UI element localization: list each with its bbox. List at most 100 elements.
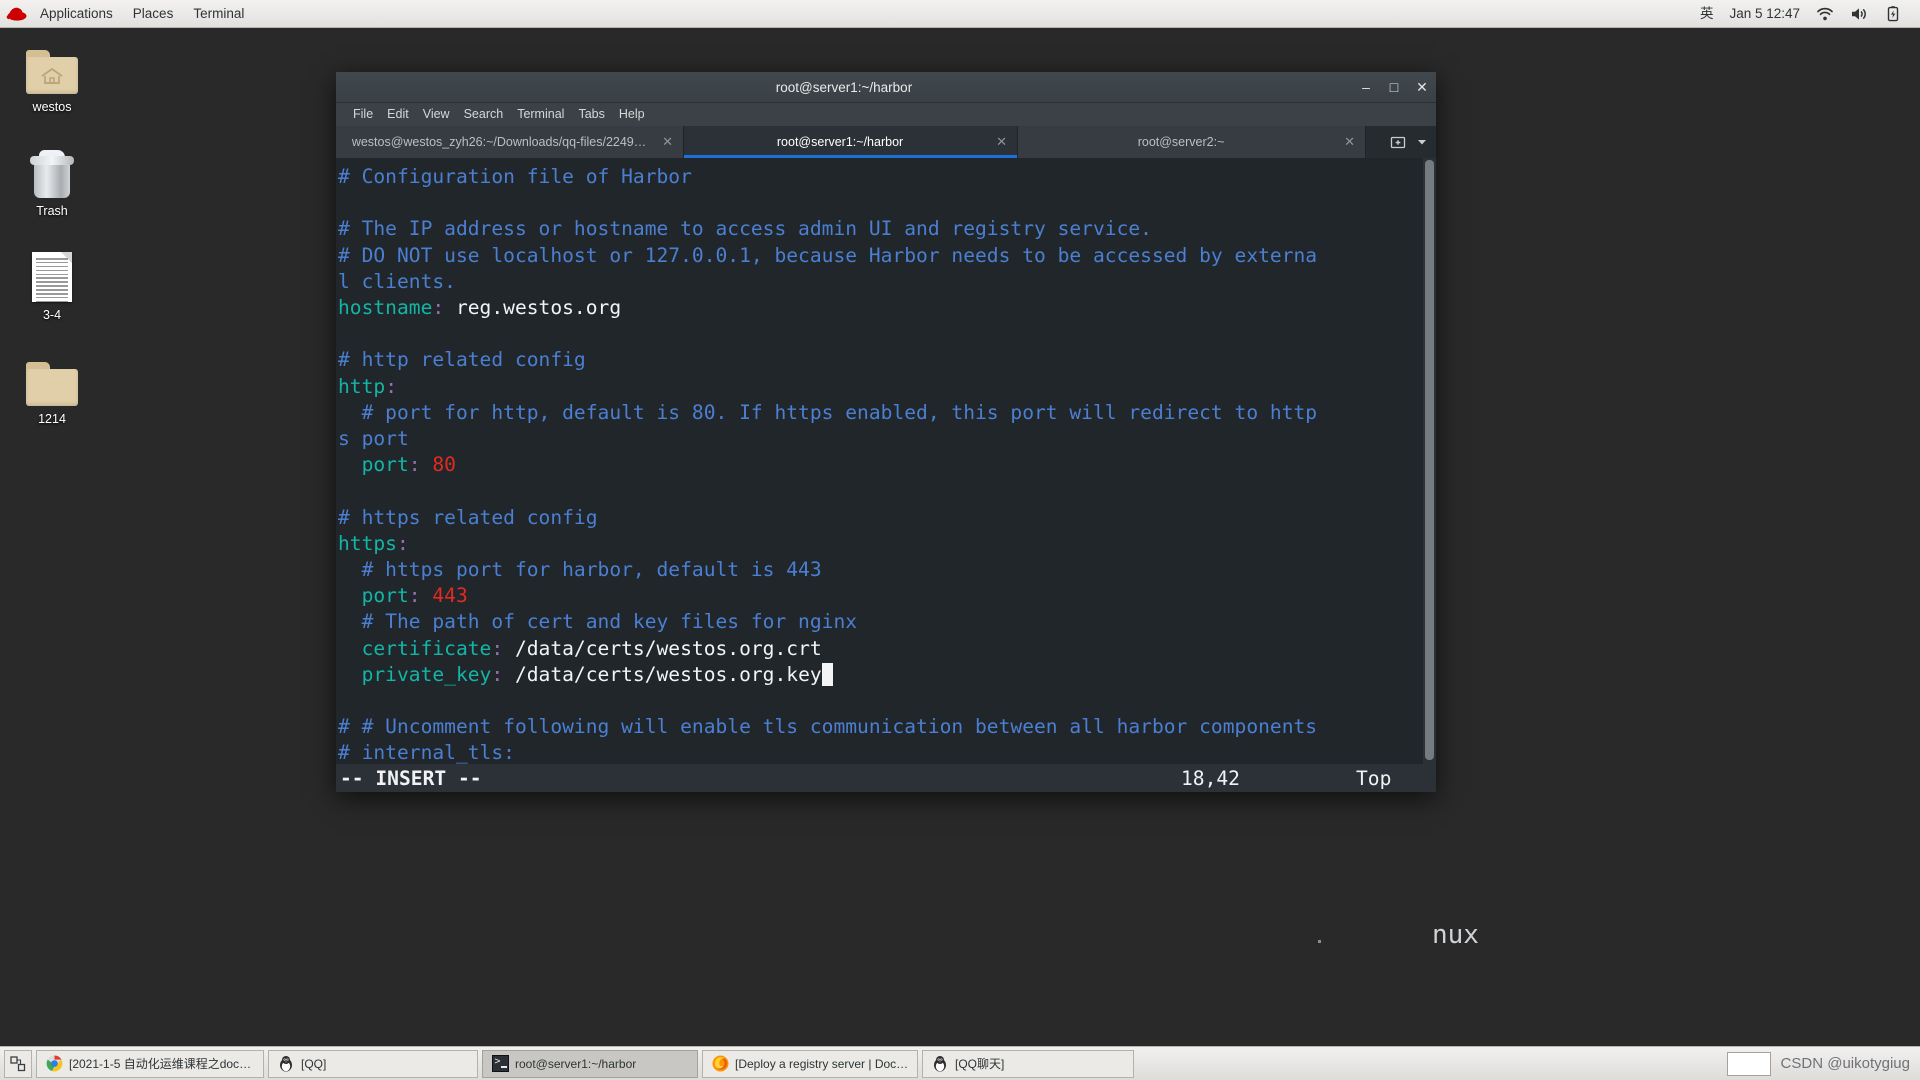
vim-line: certificate: /data/certs/westos.org.crt: [338, 636, 1422, 662]
taskbar-button-qq[interactable]: [QQ]: [268, 1049, 478, 1078]
vim-line: [338, 190, 1422, 216]
vim-token: /data/certs/westos.org.crt: [503, 636, 822, 660]
tab-close-icon[interactable]: ✕: [662, 134, 673, 150]
workspace-switcher[interactable]: [1726, 1051, 1771, 1076]
vim-token: s port: [338, 427, 409, 451]
vim-token: :: [408, 453, 421, 477]
terminal-tab-1[interactable]: westos@westos_zyh26:~/Downloads/qq-files…: [336, 126, 684, 158]
close-button[interactable]: ✕: [1408, 72, 1436, 103]
taskbar-right: CSDN @uikotygiug: [1726, 1051, 1916, 1076]
vim-token: :: [396, 531, 409, 555]
vim-line: port: 443: [338, 583, 1422, 609]
taskbar-button-label: [2021-1-5 自动化运维课程之docker...: [69, 1057, 255, 1071]
taskbar-button-label: [QQ]: [301, 1056, 327, 1071]
vim-token: 443: [432, 584, 468, 608]
vim-mode-indicator: -- INSERT --: [340, 766, 482, 790]
terminal-tab-2[interactable]: root@server1:~/harbor ✕: [684, 126, 1018, 158]
terminal-scrollbar[interactable]: [1423, 158, 1436, 792]
menu-help[interactable]: Help: [612, 103, 652, 126]
vim-token: hostname: [338, 296, 433, 320]
vim-line: # # Uncomment following will enable tls …: [338, 714, 1422, 740]
taskbar-button-terminal[interactable]: root@server1:~/harbor: [482, 1049, 698, 1078]
trash-icon: [0, 140, 104, 198]
menu-file[interactable]: File: [346, 103, 380, 126]
desktop-icon-westos[interactable]: westos: [0, 36, 104, 114]
desktop: Applications Places Terminal 英 Jan 5 12:…: [0, 0, 1920, 1080]
vim-status-line: -- INSERT -- 18,42 Top: [336, 764, 1436, 792]
vim-token: :: [432, 296, 445, 320]
clock[interactable]: Jan 5 12:47: [1721, 0, 1808, 28]
battery-icon[interactable]: [1876, 0, 1910, 28]
system-tray: 英 Jan 5 12:47: [1692, 0, 1920, 28]
desktop-icon-label: westos: [32, 100, 72, 114]
menu-terminal[interactable]: Terminal: [510, 103, 571, 126]
vim-line: https:: [338, 531, 1422, 557]
maximize-button[interactable]: □: [1380, 72, 1408, 103]
volume-icon[interactable]: [1842, 0, 1876, 28]
chevron-down-icon[interactable]: [1416, 136, 1428, 148]
taskbar-button-chrome[interactable]: [2021-1-5 自动化运维课程之docker...: [36, 1049, 264, 1078]
vim-line: s port: [338, 426, 1422, 452]
terminal-titlebar[interactable]: root@server1:~/harbor ‒ □ ✕: [336, 72, 1436, 103]
desktop-icon-label: 1214: [38, 412, 66, 426]
scrollbar-thumb[interactable]: [1425, 160, 1434, 760]
vim-token: :: [385, 374, 397, 398]
vim-token: # https related config: [338, 505, 598, 529]
terminal-tabbar: westos@westos_zyh26:~/Downloads/qq-files…: [336, 126, 1436, 158]
wifi-icon[interactable]: [1808, 0, 1842, 28]
desktop-icon-1214[interactable]: 1214: [0, 348, 104, 426]
menu-edit[interactable]: Edit: [380, 103, 416, 126]
taskbar-button-qq-chat[interactable]: [QQ聊天]: [922, 1049, 1134, 1078]
vim-line: # https related config: [338, 505, 1422, 531]
vim-token: port: [338, 453, 409, 477]
vim-token: # https port for harbor, default is 443: [338, 558, 822, 582]
vim-token: :: [491, 636, 504, 660]
minimize-button[interactable]: ‒: [1352, 72, 1380, 103]
vim-line: # DO NOT use localhost or 127.0.0.1, bec…: [338, 243, 1422, 269]
vim-line: # port for http, default is 80. If https…: [338, 400, 1422, 426]
vim-token: # internal_tls:: [338, 741, 515, 765]
tab-close-icon[interactable]: ✕: [996, 134, 1007, 150]
new-tab-icon[interactable]: [1390, 134, 1406, 150]
text-cursor: [821, 662, 834, 686]
menu-search[interactable]: Search: [457, 103, 511, 126]
desktop-icon-label: 3-4: [42, 308, 62, 322]
show-desktop-icon[interactable]: [4, 1049, 32, 1078]
vim-token: # http related config: [338, 348, 586, 372]
vim-token: # The IP address or hostname to access a…: [338, 217, 1152, 241]
vim-cursor-position: 18,42: [1181, 766, 1240, 790]
menu-terminal[interactable]: Terminal: [183, 0, 254, 28]
tab-close-icon[interactable]: ✕: [1344, 134, 1355, 150]
menu-places[interactable]: Places: [123, 0, 184, 28]
vim-line: hostname: reg.westos.org: [338, 295, 1422, 321]
vim-token: certificate: [338, 636, 492, 660]
window-title: root@server1:~/harbor: [775, 79, 913, 95]
qq-penguin-icon: [931, 1055, 949, 1073]
desktop-icon-trash[interactable]: Trash: [0, 140, 104, 218]
tabbar-actions: [1382, 126, 1436, 158]
taskbar-button-firefox[interactable]: [Deploy a registry server | Docker D...: [702, 1049, 918, 1078]
desktop-icon-label: Trash: [36, 204, 68, 218]
tab-label: westos@westos_zyh26:~/Downloads/qq-files…: [351, 135, 647, 149]
vim-token: port: [338, 584, 409, 608]
terminal-content[interactable]: # Configuration file of Harbor # The IP …: [336, 158, 1436, 792]
vim-line: # Configuration file of Harbor: [338, 164, 1422, 190]
vim-buffer[interactable]: # Configuration file of Harbor # The IP …: [338, 158, 1422, 767]
background-dot: [1318, 940, 1321, 943]
vim-line: port: 80: [338, 452, 1422, 478]
vim-token: # The path of cert and key files for ngi…: [338, 610, 858, 634]
taskbar: [2021-1-5 自动化运维课程之docker... [QQ] root@se…: [0, 1046, 1920, 1080]
taskbar-button-label: root@server1:~/harbor: [515, 1056, 637, 1071]
input-method-indicator[interactable]: 英: [1692, 0, 1722, 28]
vim-line: l clients.: [338, 269, 1422, 295]
redhat-logo-icon[interactable]: [4, 0, 30, 28]
taskbar-button-label: [Deploy a registry server | Docker D...: [735, 1056, 909, 1071]
top-panel: Applications Places Terminal 英 Jan 5 12:…: [0, 0, 1920, 28]
desktop-icon-3-4[interactable]: 3-4: [0, 244, 104, 322]
terminal-tab-3[interactable]: root@server2:~ ✕: [1018, 126, 1366, 158]
menu-view[interactable]: View: [416, 103, 457, 126]
tab-label: root@server2:~: [1137, 135, 1225, 149]
menu-tabs[interactable]: Tabs: [571, 103, 611, 126]
menu-applications[interactable]: Applications: [30, 0, 123, 28]
vim-line: # internal_tls:: [338, 740, 1422, 766]
